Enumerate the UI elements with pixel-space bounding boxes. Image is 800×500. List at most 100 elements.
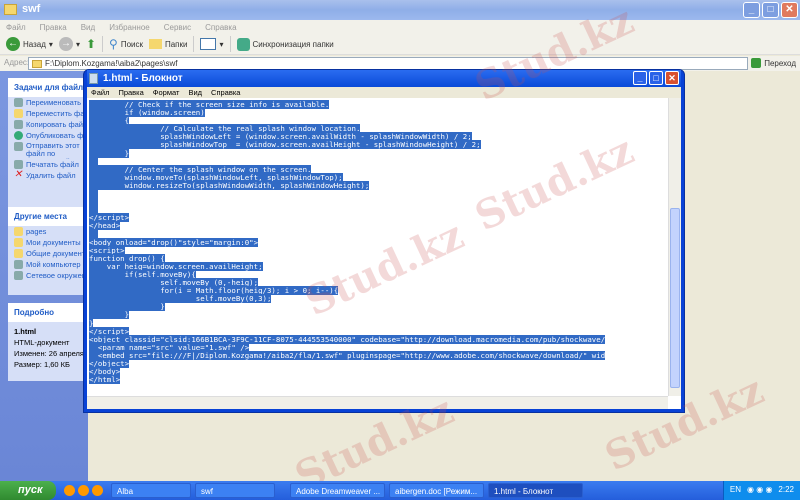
search-label: Поиск [120,39,143,49]
minimize-button[interactable]: _ [633,71,647,85]
rename-icon [14,98,23,107]
task-email[interactable]: Отправить этот файл по электронной почте [8,141,88,159]
taskbar: пуск Alba swf Adobe Dreamweaver ... aibe… [0,481,800,500]
menu-favorites[interactable]: Избранное [109,23,150,32]
up-arrow-icon: ⬆ [85,37,97,51]
place-my-computer[interactable]: Мой компьютер [8,259,88,270]
code-line: </object> [89,359,605,368]
task-copy[interactable]: Копировать файл [8,119,88,130]
scrollbar-thumb[interactable] [670,208,680,388]
delete-x-icon: ✕ [14,170,23,180]
selected-text: } [89,310,130,320]
menu-view[interactable]: Вид [188,88,202,97]
taskbar-item-dreamweaver[interactable]: Adobe Dreamweaver ... [290,483,385,498]
firefox-icon[interactable] [78,485,89,496]
task-delete[interactable]: ✕ Удалить файл [8,170,88,181]
folders-label: Папки [164,39,188,49]
place-pages[interactable]: pages [8,226,88,237]
browser-icon[interactable] [64,485,75,496]
menu-view[interactable]: Вид [81,23,95,32]
notepad-icon [89,73,98,84]
task-rename[interactable]: Переименовать файл [8,97,88,108]
up-folder-button[interactable]: ⬆ [86,37,96,51]
panel-title[interactable]: Подробно [8,303,88,322]
menu-tools[interactable]: Сервис [164,23,191,32]
maximize-button[interactable]: □ [762,2,779,18]
code-line [89,197,605,207]
folders-icon [148,39,162,49]
messenger-icon[interactable] [92,485,103,496]
task-label: Отправить этот файл по электронной почте [26,141,80,160]
window-title: swf [22,3,41,15]
menu-format[interactable]: Формат [153,88,180,97]
code-line: } [89,318,605,328]
vertical-scrollbar[interactable] [668,98,681,396]
taskbar-item-word[interactable]: aibergen.doc [Режим... [389,483,484,498]
move-icon [14,109,23,118]
menu-edit[interactable]: Правка [40,23,67,32]
sync-label: Синхронизация папки [252,39,334,49]
explorer-menu-bar: Файл Правка Вид Избранное Сервис Справка [0,20,800,34]
file-modified: Изменен: 26 апреля 2 [14,349,88,358]
task-move[interactable]: Переместить файл [8,108,88,119]
notepad-title: 1.html - Блокнот [103,73,183,84]
globe-icon [14,131,23,140]
back-button[interactable]: ← Назад ▾ [6,37,53,51]
menu-file[interactable]: Файл [91,88,109,97]
divider [102,36,104,52]
taskbar-item-notepad[interactable]: 1.html - Блокнот [488,483,583,498]
divider [229,36,231,52]
code-line: </body> [89,367,605,377]
code-line: <embed src="file:///F|/Diplom.Kozgama!/a… [89,350,606,360]
explorer-toolbar: ← Назад ▾ → ▾ ⬆ ⚲ Поиск Папки ▾ Синхрониза… [0,34,800,55]
place-my-documents[interactable]: Мои документы [8,237,88,248]
menu-help[interactable]: Справка [205,23,236,32]
panel-title[interactable]: Задачи для файлов [8,78,88,97]
code-line: </script> [89,213,605,223]
language-indicator[interactable]: EN [730,485,741,496]
selected-text: window.resizeTo(splashWindowWidth, splas… [89,180,370,190]
go-button[interactable]: Переход [751,58,796,68]
sync-icon [236,37,250,51]
forward-button[interactable]: → ▾ [58,37,80,51]
sync-button[interactable]: Синхронизация папки [236,37,334,51]
folders-button[interactable]: Папки [148,39,188,49]
taskbar-item-alba[interactable]: Alba [111,483,191,498]
task-publish[interactable]: Опубликовать файл [8,130,88,141]
code-line: </head> [89,221,605,231]
place-label: Мой компьютер [26,260,81,269]
place-network[interactable]: Сетевое окружение [8,270,88,281]
address-label: Адрес: [4,58,30,67]
menu-file[interactable]: Файл [6,23,26,32]
code-line: } [89,148,605,158]
explorer-title-bar: swf _ □ ✕ [0,0,800,20]
quick-launch [64,485,103,496]
horizontal-scrollbar[interactable] [87,396,668,409]
task-print[interactable]: Печатать файл [8,159,88,170]
views-button[interactable]: ▾ [200,38,224,50]
file-type: HTML-документ [14,338,70,347]
task-label: Копировать файл [26,120,88,129]
task-pane: Задачи для файлов Переименовать файл Пер… [0,71,88,481]
notepad-text-area[interactable]: // Check if the screen size info is avai… [87,98,681,409]
minimize-button[interactable]: _ [743,2,760,18]
notepad-title-bar[interactable]: 1.html - Блокнот _ □ ✕ [87,70,681,87]
maximize-button[interactable]: □ [649,71,663,85]
menu-edit[interactable]: Правка [118,88,143,97]
code-line [89,205,605,215]
search-button[interactable]: ⚲ Поиск [109,37,143,51]
place-label: Сетевое окружение [26,271,88,280]
folder-icon [14,249,23,258]
task-label: Переименовать файл [26,98,88,107]
folder-icon [14,227,23,236]
menu-help[interactable]: Справка [211,88,240,97]
start-button[interactable]: пуск [0,481,56,500]
close-button[interactable]: ✕ [665,71,679,85]
place-shared-documents[interactable]: Общие документы [8,248,88,259]
panel-title[interactable]: Другие места [8,207,88,226]
search-icon: ⚲ [109,37,118,51]
copy-icon [14,120,23,129]
taskbar-item-swf[interactable]: swf [195,483,275,498]
close-button[interactable]: ✕ [781,2,798,18]
task-label: Опубликовать файл [26,131,88,140]
